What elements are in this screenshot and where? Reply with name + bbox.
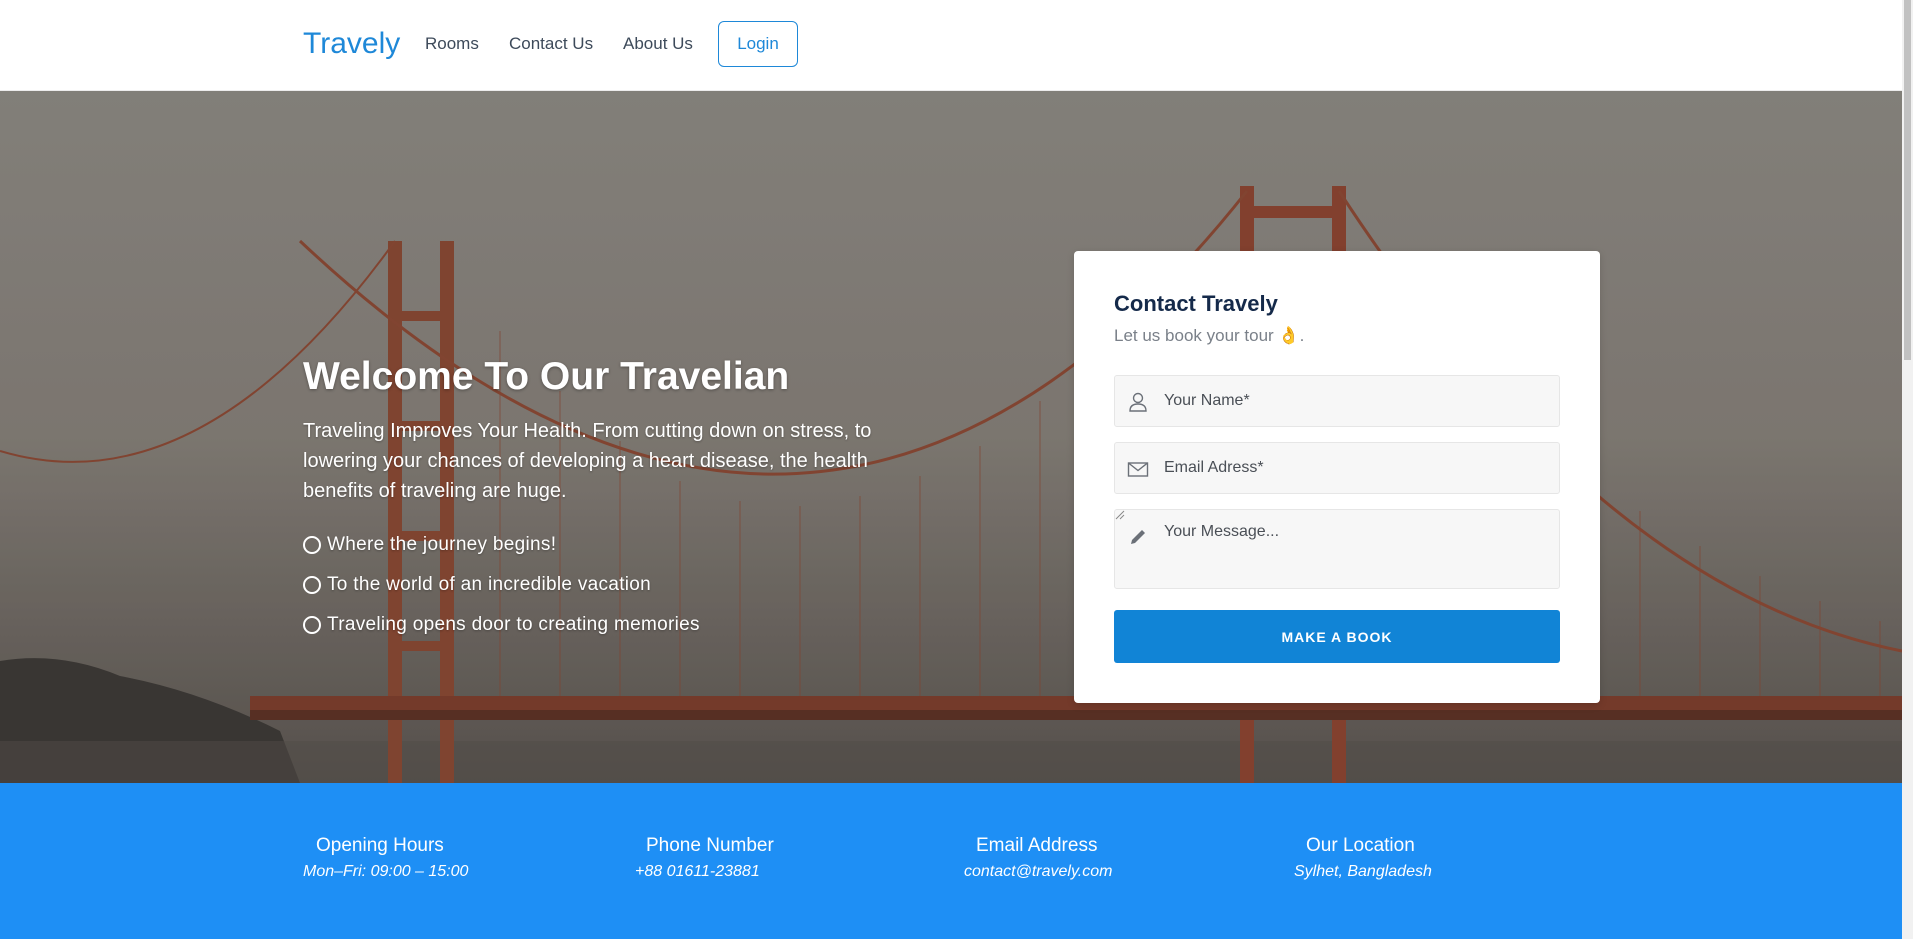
info-title: Phone Number [646, 835, 774, 856]
resize-handle-icon[interactable] [1115, 510, 1125, 520]
contact-card: Contact Travely Let us book your tour 👌.… [1074, 251, 1600, 703]
hero-section: Welcome To Our Travelian Traveling Impro… [0, 91, 1902, 783]
pencil-icon [1131, 530, 1145, 544]
feature-text: Where the journey begins! [327, 534, 557, 555]
info-title: Our Location [1306, 835, 1415, 856]
email-field[interactable]: Email Adress* [1114, 442, 1560, 494]
envelope-icon [1127, 462, 1149, 477]
info-value: contact@travely.com [964, 863, 1113, 880]
message-placeholder: Your Message... [1164, 523, 1280, 540]
brand-logo[interactable]: Travely [303, 27, 400, 61]
circle-bullet-icon [303, 616, 321, 634]
info-title: Opening Hours [316, 835, 444, 856]
hero-title: Welcome To Our Travelian [303, 355, 790, 398]
page-scrollbar[interactable] [1902, 0, 1913, 939]
scrollbar-thumb[interactable] [1904, 0, 1911, 360]
feature-item: Traveling opens door to creating memorie… [303, 614, 700, 636]
message-field[interactable]: Your Message... [1114, 509, 1560, 589]
login-button[interactable]: Login [718, 21, 798, 67]
golden-gate-bridge-background [0, 91, 1902, 783]
name-field[interactable]: Your Name* [1114, 375, 1560, 427]
hero-description: Traveling Improves Your Health. From cut… [303, 420, 872, 502]
navbar: Travely Rooms Contact Us About Us Login [0, 0, 1902, 91]
contact-card-title: Contact Travely [1114, 291, 1278, 316]
email-placeholder: Email Adress* [1164, 459, 1264, 476]
info-value: Sylhet, Bangladesh [1294, 863, 1432, 880]
contact-card-subtitle: Let us book your tour 👌. [1114, 326, 1305, 345]
nav-link-rooms[interactable]: Rooms [425, 34, 479, 54]
feature-item: To the world of an incredible vacation [303, 574, 651, 596]
info-title: Email Address [976, 835, 1098, 856]
info-value: +88 01611-23881 [635, 863, 760, 880]
name-placeholder: Your Name* [1164, 392, 1250, 409]
feature-text: To the world of an incredible vacation [327, 574, 652, 595]
nav-link-contact-us[interactable]: Contact Us [509, 34, 593, 54]
circle-bullet-icon [303, 576, 321, 594]
feature-text: Traveling opens door to creating memorie… [327, 614, 700, 635]
feature-item: Where the journey begins! [303, 534, 556, 556]
nav-link-about-us[interactable]: About Us [623, 34, 693, 54]
user-icon [1129, 392, 1147, 412]
circle-bullet-icon [303, 536, 321, 554]
make-a-book-button[interactable]: MAKE A BOOK [1114, 610, 1560, 663]
info-strip: Opening Hours Mon–Fri: 09:00 – 15:00 Pho… [0, 783, 1902, 939]
info-value: Mon–Fri: 09:00 – 15:00 [303, 863, 469, 880]
